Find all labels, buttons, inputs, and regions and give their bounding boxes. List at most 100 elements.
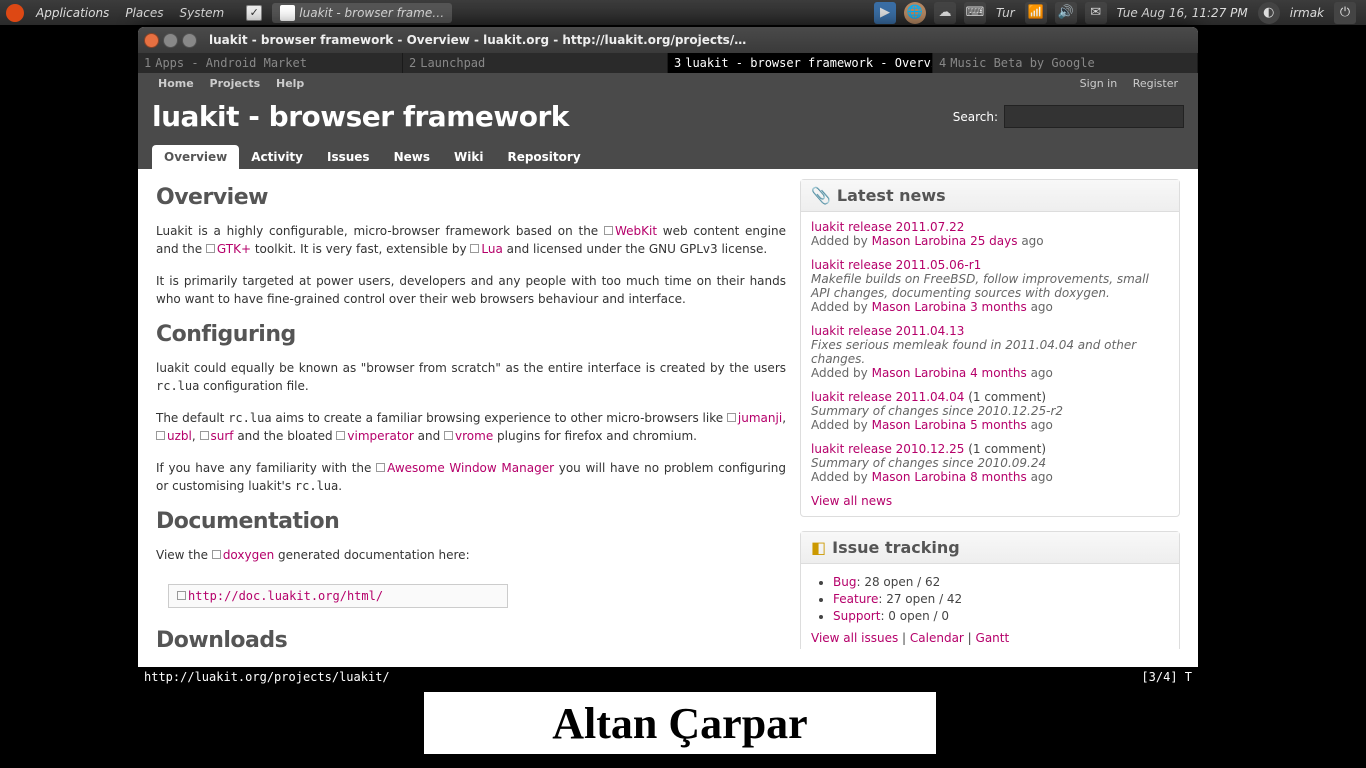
webkit-link[interactable]: WebKit <box>615 224 657 238</box>
tab-overview[interactable]: Overview <box>152 145 239 169</box>
calendar-link[interactable]: Calendar <box>910 631 964 645</box>
menu-applications[interactable]: Applications <box>28 6 117 20</box>
vrome-link[interactable]: vrome <box>455 429 493 443</box>
weather-icon[interactable]: ☁ <box>934 2 956 24</box>
power-icon[interactable]: ⏻ <box>1334 2 1356 24</box>
tab-1[interactable]: 1Apps - Android Market <box>138 53 403 73</box>
menu-places[interactable]: Places <box>117 6 171 20</box>
issue-links: View all issues | Calendar | Gantt <box>811 631 1169 645</box>
news-author-link[interactable]: Mason Larobina 4 months <box>872 366 1027 380</box>
keyboard-layout-text[interactable]: Tur <box>990 6 1021 20</box>
window-minimize-button[interactable] <box>163 33 178 48</box>
volume-icon[interactable]: 🔊 <box>1055 2 1077 24</box>
news-item: luakit release 2011.04.13Fixes serious m… <box>811 324 1169 380</box>
news-author-link[interactable]: Mason Larobina 8 months <box>872 470 1027 484</box>
issue-tracking-heading: Issue tracking <box>832 538 960 557</box>
latest-news-box: 📎Latest news luakit release 2011.07.22Ad… <box>800 179 1180 517</box>
tab-wiki[interactable]: Wiki <box>442 145 495 169</box>
project-title: luakit - browser framework <box>152 100 569 133</box>
doxygen-link[interactable]: doxygen <box>223 548 274 562</box>
browser-statusbar: http://luakit.org/projects/luakit/ [3/4]… <box>138 667 1198 687</box>
news-item: luakit release 2011.04.04 (1 comment)Sum… <box>811 390 1169 432</box>
news-title-link[interactable]: luakit release 2011.07.22 <box>811 220 964 234</box>
view-all-news-link[interactable]: View all news <box>811 494 892 508</box>
doc-paragraph: View the doxygen generated documentation… <box>156 546 786 564</box>
external-link-icon <box>604 226 613 235</box>
external-link-icon <box>206 244 215 253</box>
doc-url-box: http://doc.luakit.org/html/ <box>168 584 508 608</box>
mail-icon[interactable]: ✉ <box>1085 2 1107 24</box>
tab-2[interactable]: 2Launchpad <box>403 53 668 73</box>
tab-4[interactable]: 4Music Beta by Google <box>933 53 1198 73</box>
vimperator-link[interactable]: vimperator <box>347 429 413 443</box>
surf-link[interactable]: surf <box>211 429 234 443</box>
menu-system[interactable]: System <box>171 6 232 20</box>
latest-news-heading: Latest news <box>837 186 946 205</box>
news-author-link[interactable]: Mason Larobina 25 days <box>872 234 1018 248</box>
gtk-link[interactable]: GTK+ <box>217 242 251 256</box>
media-player-icon[interactable]: ▶ <box>874 2 896 24</box>
ubuntu-logo-icon <box>6 4 24 22</box>
news-title-link[interactable]: luakit release 2011.05.06-r1 <box>811 258 981 272</box>
window-close-button[interactable] <box>144 33 159 48</box>
status-right: [3/4] T <box>1141 670 1192 684</box>
doc-url-link[interactable]: http://doc.luakit.org/html/ <box>188 589 383 603</box>
keyboard-icon[interactable]: ⌨ <box>964 2 986 24</box>
tab-repository[interactable]: Repository <box>495 145 592 169</box>
news-title-link[interactable]: luakit release 2011.04.04 <box>811 390 964 404</box>
task-indicator-icon[interactable]: ✓ <box>246 5 262 21</box>
wifi-icon[interactable]: 📶 <box>1025 2 1047 24</box>
external-link-icon <box>444 431 453 440</box>
configuring-heading: Configuring <box>156 322 786 347</box>
window-title: luakit - browser framework - Overview - … <box>209 33 746 47</box>
header-link-projects[interactable]: Projects <box>210 77 261 90</box>
taskbar-window-button[interactable]: luakit - browser frame… <box>272 3 452 23</box>
awesome-link[interactable]: Awesome Window Manager <box>387 461 554 475</box>
window-maximize-button[interactable] <box>182 33 197 48</box>
news-item: luakit release 2010.12.25 (1 comment)Sum… <box>811 442 1169 484</box>
issue-tracker-link[interactable]: Feature <box>833 592 878 606</box>
tab-activity[interactable]: Activity <box>239 145 315 169</box>
issue-tracker-link[interactable]: Support <box>833 609 880 623</box>
issue-tracker-link[interactable]: Bug <box>833 575 856 589</box>
news-author-link[interactable]: Mason Larobina 3 months <box>872 300 1027 314</box>
globe-tray-icon[interactable]: 🌐 <box>904 2 926 24</box>
issue-stat-item: Feature: 27 open / 42 <box>833 592 1169 606</box>
project-tabs: Overview Activity Issues News Wiki Repos… <box>152 143 1184 169</box>
lua-link[interactable]: Lua <box>481 242 502 256</box>
view-all-issues-link[interactable]: View all issues <box>811 631 898 645</box>
news-title-link[interactable]: luakit release 2010.12.25 <box>811 442 964 456</box>
gnome-panel: Applications Places System ✓ luakit - br… <box>0 0 1366 25</box>
window-titlebar[interactable]: luakit - browser framework - Overview - … <box>138 27 1198 53</box>
news-title-link[interactable]: luakit release 2011.04.13 <box>811 324 964 338</box>
gantt-link[interactable]: Gantt <box>976 631 1010 645</box>
search-input[interactable] <box>1004 105 1184 128</box>
main-column: Overview Luakit is a highly configurable… <box>156 179 800 639</box>
page-content: Overview Luakit is a highly configurable… <box>138 169 1198 649</box>
username-text[interactable]: irmak <box>1284 6 1330 20</box>
tab-3[interactable]: 3luakit - browser framework - Overvi <box>668 53 933 73</box>
issues-icon: ◧ <box>811 538 826 557</box>
register-link[interactable]: Register <box>1133 77 1178 90</box>
user-icon[interactable]: ◐ <box>1258 2 1280 24</box>
news-item: luakit release 2011.05.06-r1Makefile bui… <box>811 258 1169 314</box>
search-box: Search: <box>953 105 1184 128</box>
tab-issues[interactable]: Issues <box>315 145 382 169</box>
header-auth-links: Sign in Register <box>1074 77 1184 90</box>
conf-p2: The default rc.lua aims to create a fami… <box>156 409 786 445</box>
external-link-icon <box>727 413 736 422</box>
documentation-heading: Documentation <box>156 509 786 534</box>
uzbl-link[interactable]: uzbl <box>167 429 192 443</box>
issue-stat-item: Support: 0 open / 0 <box>833 609 1169 623</box>
header-link-home[interactable]: Home <box>158 77 194 90</box>
news-item: luakit release 2011.07.22Added by Mason … <box>811 220 1169 248</box>
page-header: Home Projects Help Sign in Register luak… <box>138 73 1198 169</box>
news-author-link[interactable]: Mason Larobina 5 months <box>872 418 1027 432</box>
external-link-icon <box>212 550 221 559</box>
tab-news[interactable]: News <box>382 145 442 169</box>
header-link-help[interactable]: Help <box>276 77 304 90</box>
clock-text[interactable]: Tue Aug 16, 11:27 PM <box>1111 6 1254 20</box>
issue-stat-item: Bug: 28 open / 62 <box>833 575 1169 589</box>
signin-link[interactable]: Sign in <box>1080 77 1118 90</box>
jumanji-link[interactable]: jumanji <box>738 411 782 425</box>
